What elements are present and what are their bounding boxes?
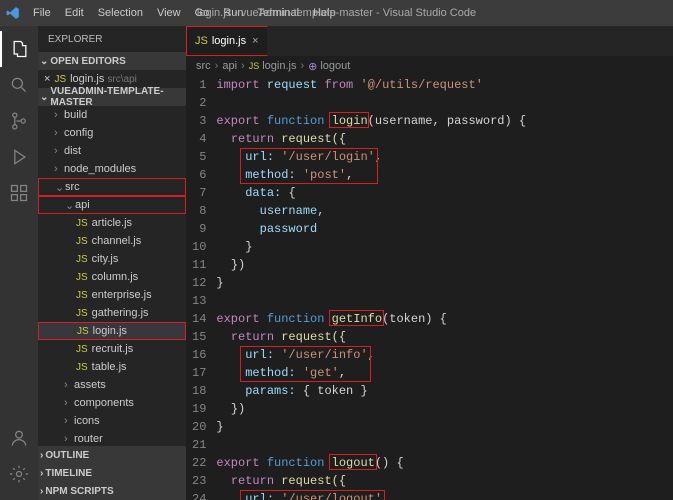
- titlebar: File Edit Selection View Go Run Terminal…: [0, 0, 673, 26]
- source-control-icon[interactable]: [0, 103, 38, 139]
- file-channel[interactable]: JSchannel.js: [38, 232, 186, 250]
- file-gathering[interactable]: JSgathering.js: [38, 304, 186, 322]
- folder-config[interactable]: ›config: [38, 124, 186, 142]
- menu-view[interactable]: View: [150, 4, 188, 22]
- file-recruit[interactable]: JSrecruit.js: [38, 340, 186, 358]
- file-column[interactable]: JScolumn.js: [38, 268, 186, 286]
- code-area[interactable]: 1234567891011121314151617181920212223242…: [186, 76, 673, 500]
- editor-tabs: JSlogin.js×: [186, 26, 673, 56]
- outline-section[interactable]: ›OUTLINE: [38, 446, 186, 464]
- search-icon[interactable]: [0, 67, 38, 103]
- vscode-logo-icon: [6, 6, 20, 20]
- file-article[interactable]: JSarticle.js: [38, 214, 186, 232]
- activity-bar: [0, 26, 38, 500]
- folder-icons[interactable]: ›icons: [38, 412, 186, 430]
- folder-build[interactable]: ›build: [38, 106, 186, 124]
- folder-router[interactable]: ›router: [38, 430, 186, 446]
- folder-api[interactable]: ⌄api: [38, 196, 186, 214]
- debug-icon[interactable]: [0, 139, 38, 175]
- file-login[interactable]: JSlogin.js: [38, 322, 186, 340]
- file-city[interactable]: JScity.js: [38, 250, 186, 268]
- settings-icon[interactable]: [0, 456, 38, 492]
- file-tree: ›build ›config ›dist ›node_modules ⌄src …: [38, 106, 186, 446]
- window-title: login.js - vueAdmin-template-master - Vi…: [197, 7, 476, 19]
- folder-src[interactable]: ⌄src: [38, 178, 186, 196]
- editor: JSlogin.js× src›api›JSlogin.js›⊕logout 1…: [186, 26, 673, 500]
- close-tab-icon[interactable]: ×: [252, 35, 258, 47]
- file-table[interactable]: JStable.js: [38, 358, 186, 376]
- code-content[interactable]: import request from '@/utils/request' ex…: [216, 76, 661, 500]
- sidebar: EXPLORER ⌄OPEN EDITORS ×JSlogin.js src\a…: [38, 26, 186, 500]
- sidebar-title: EXPLORER: [38, 26, 186, 52]
- folder-node-modules[interactable]: ›node_modules: [38, 160, 186, 178]
- menu-edit[interactable]: Edit: [58, 4, 91, 22]
- line-gutter: 1234567891011121314151617181920212223242…: [186, 76, 216, 500]
- folder-dist[interactable]: ›dist: [38, 142, 186, 160]
- explorer-icon[interactable]: [0, 31, 38, 67]
- file-enterprise[interactable]: JSenterprise.js: [38, 286, 186, 304]
- folder-assets[interactable]: ›assets: [38, 376, 186, 394]
- account-icon[interactable]: [0, 420, 38, 456]
- npm-scripts-section[interactable]: ›NPM SCRIPTS: [38, 482, 186, 500]
- close-icon[interactable]: ×: [44, 73, 50, 85]
- folder-components[interactable]: ›components: [38, 394, 186, 412]
- menu-file[interactable]: File: [26, 4, 58, 22]
- breadcrumb[interactable]: src›api›JSlogin.js›⊕logout: [186, 56, 673, 76]
- project-section[interactable]: ⌄VUEADMIN-TEMPLATE-MASTER: [38, 88, 186, 106]
- tab-login[interactable]: JSlogin.js×: [186, 26, 268, 56]
- menu-selection[interactable]: Selection: [91, 4, 150, 22]
- open-editors-section[interactable]: ⌄OPEN EDITORS: [38, 52, 186, 70]
- timeline-section[interactable]: ›TIMELINE: [38, 464, 186, 482]
- extensions-icon[interactable]: [0, 175, 38, 211]
- scrollbar[interactable]: [661, 76, 673, 500]
